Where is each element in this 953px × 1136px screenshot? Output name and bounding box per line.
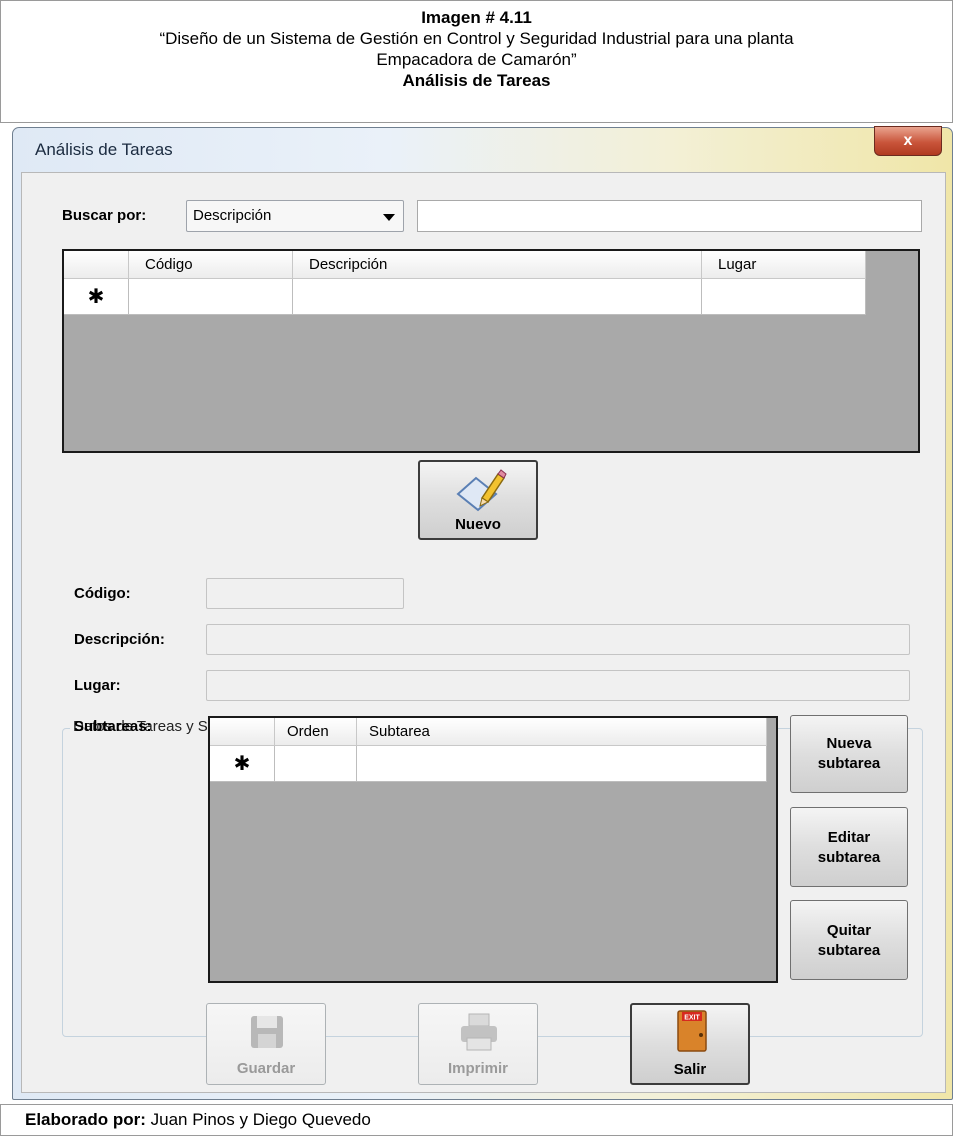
nuevo-button[interactable]: Nuevo (418, 460, 538, 540)
floppy-disk-icon (251, 1016, 283, 1048)
new-row-icon: ✱ (87, 286, 105, 308)
subtareas-label: Subtareas: (74, 718, 152, 735)
search-field-combo-value: Descripción (193, 207, 272, 224)
sub-new-row-icon: ✱ (233, 753, 251, 775)
column-header-subtarea[interactable]: Subtarea (357, 718, 767, 746)
new-row-cell-descripcion[interactable] (293, 279, 702, 315)
figure-caption: Imagen # 4.11 “Diseño de un Sistema de G… (0, 0, 953, 123)
nuevo-label: Nuevo (455, 516, 501, 533)
codigo-label: Código: (74, 585, 131, 602)
new-row-header[interactable]: ✱ (64, 279, 129, 315)
quitar-subtarea-button[interactable]: Quitar subtarea (790, 900, 908, 980)
salir-label: Salir (673, 1061, 707, 1078)
form-client-area: Buscar por: Descripción Código Descripci… (21, 172, 946, 1093)
screenshot-root: Imagen # 4.11 “Diseño de un Sistema de G… (0, 0, 953, 1136)
figure-title-line1: “Diseño de un Sistema de Gestión en Cont… (159, 29, 794, 48)
credits-authors: Juan Pinos y Diego Quevedo (145, 1110, 371, 1129)
column-header-orden[interactable]: Orden (275, 718, 357, 746)
column-header-codigo[interactable]: Código (129, 251, 293, 279)
sub-new-row-header[interactable]: ✱ (210, 746, 275, 782)
printer-icon (461, 1013, 497, 1051)
lugar-label: Lugar: (74, 677, 121, 694)
close-icon: x (903, 132, 913, 149)
figure-subtitle: Análisis de Tareas (402, 71, 551, 90)
chevron-down-icon[interactable] (383, 214, 395, 221)
imprimir-label: Imprimir (447, 1060, 508, 1077)
search-by-label: Buscar por: (62, 207, 147, 224)
window-title: Análisis de Tareas (35, 140, 173, 159)
sub-grid-corner-header (210, 718, 275, 746)
lugar-field[interactable] (206, 670, 910, 701)
nueva-subtarea-button[interactable]: Nueva subtarea (790, 715, 908, 793)
column-header-descripcion[interactable]: Descripción (293, 251, 702, 279)
salir-button[interactable]: EXIT Salir (630, 1003, 750, 1085)
search-field-combo[interactable]: Descripción (186, 200, 404, 232)
tasks-grid[interactable]: Código Descripción Lugar ✱ (62, 249, 920, 453)
codigo-field[interactable] (206, 578, 404, 609)
imprimir-button[interactable]: Imprimir (418, 1003, 538, 1085)
descripcion-field[interactable] (206, 624, 910, 655)
search-input[interactable] (417, 200, 922, 232)
grid-corner-header (64, 251, 129, 279)
editar-subtarea-button[interactable]: Editar subtarea (790, 807, 908, 887)
figure-title-line2: Empacadora de Camarón” (376, 50, 577, 69)
app-window: Análisis de Tareas x Buscar por: Descrip… (12, 126, 953, 1100)
credits-footer: Elaborado por: Juan Pinos y Diego Queved… (0, 1104, 953, 1136)
title-bar[interactable]: Análisis de Tareas x (13, 126, 952, 172)
close-button[interactable]: x (874, 126, 942, 156)
descripcion-label: Descripción: (74, 631, 165, 648)
new-row-cell-lugar[interactable] (702, 279, 866, 315)
credits-label: Elaborado por: (25, 1110, 146, 1129)
figure-number: Imagen # 4.11 (421, 8, 532, 27)
guardar-button[interactable]: Guardar (206, 1003, 326, 1085)
guardar-label: Guardar (236, 1060, 296, 1077)
sub-new-row-cell-subtarea[interactable] (357, 746, 767, 782)
exit-sign-text: EXIT (684, 1015, 700, 1022)
subtasks-grid[interactable]: Orden Subtarea ✱ (208, 716, 778, 983)
pencil-edit-icon (456, 469, 507, 512)
sub-new-row-cell-orden[interactable] (275, 746, 357, 782)
column-header-lugar[interactable]: Lugar (702, 251, 866, 279)
exit-door-icon: EXIT (677, 1010, 707, 1052)
new-row-cell-codigo[interactable] (129, 279, 293, 315)
